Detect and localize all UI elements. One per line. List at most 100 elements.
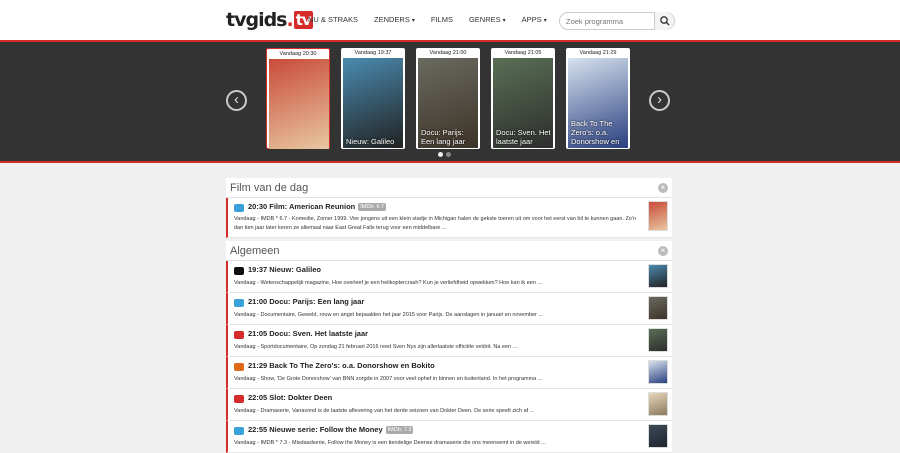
description-line: Vandaag - IMDB * 7.3 - Misdaadserie, Fol… <box>234 440 546 446</box>
featured-carousel: ‹ Vandaag 20:30 Vandaag 19:37 Nieuw: Galil… <box>0 40 900 163</box>
chevron-left-icon: ‹ <box>234 91 239 108</box>
nav-nu-straks[interactable]: NU & STRAKS <box>300 0 366 40</box>
card-time: Vandaag 21:05 <box>504 50 542 56</box>
nav-label: FILMS <box>430 15 453 24</box>
logo-dot: . <box>286 9 294 31</box>
close-icon[interactable]: × <box>658 183 668 193</box>
nav-genres[interactable]: GENRES ▾ <box>461 0 514 40</box>
program-thumbnail[interactable] <box>648 296 668 320</box>
program-title[interactable]: 21:05 Docu: Sven. Het laatste jaar <box>248 329 368 338</box>
carousel-card[interactable]: Vandaag 21:05 Docu: Sven. Het laatste jaa… <box>491 48 555 149</box>
panel-title: Film van de dag <box>230 182 309 194</box>
description-line: dan tien jaar later keren ze allemaal na… <box>234 225 447 231</box>
program-description: Vandaag - Dramaserie, Vanavond is de laa… <box>234 408 644 414</box>
program-thumbnail[interactable] <box>648 424 668 448</box>
main-nav: NU & STRAKSZENDERS▾FILMSGENRES▾APPS▾GEMI… <box>300 0 599 40</box>
program-row[interactable]: 21:00 Docu: Parijs: Een lang jaar Vandaag… <box>226 293 672 325</box>
program-thumbnail[interactable] <box>648 264 668 288</box>
nav-label: NU & STRAKS <box>308 15 359 24</box>
channel-logo-icon <box>234 267 244 275</box>
card-caption: Docu: Sven. Het laatste jaar <box>496 128 551 146</box>
channel-logo-icon <box>234 204 244 212</box>
carousel-card[interactable]: Vandaag 20:30 <box>266 48 330 149</box>
caret-down-icon: ▾ <box>543 18 547 24</box>
logo-text: tvgids <box>226 9 287 31</box>
program-description: Vandaag - Show, 'De Grote Donorshow' van… <box>234 376 644 382</box>
program-title-text: 22:55 Nieuwe serie: Follow the Money <box>248 425 383 434</box>
caret-down-icon: ▾ <box>411 18 415 24</box>
program-description: Vandaag - IMDB * 6.7 - Komedie, Zomer 19… <box>234 216 644 231</box>
program-row[interactable]: 19:37 Nieuw: Galileo Vandaag - Wetenschap… <box>226 261 672 293</box>
program-thumbnail[interactable] <box>648 360 668 384</box>
program-title-text: 20:30 Film: American Reunion <box>248 202 356 211</box>
caret-down-icon: ▾ <box>502 18 506 24</box>
carousel-card[interactable]: Vandaag 21:29 Back To The Zero's: o.a. Do… <box>566 48 630 149</box>
nav-label: GENRES <box>468 15 501 24</box>
imdb-badge: IMDb: 6.7 <box>358 203 387 211</box>
nav-label: ZENDERS <box>374 15 410 24</box>
panel-header: Film van de dag × <box>226 178 672 198</box>
description-line: Vandaag - Sportdocumentaire, Op zondag 2… <box>234 344 518 350</box>
imdb-badge: IMDb: 7.3 <box>385 426 414 434</box>
program-title[interactable]: 19:37 Nieuw: Galileo <box>248 265 321 274</box>
program-thumbnail[interactable] <box>648 201 668 231</box>
carousel-dot-1[interactable] <box>438 152 443 157</box>
description-line: Vandaag - Wetenschappelijk magazine, Hoe… <box>234 280 542 286</box>
card-time: Vandaag 20:30 <box>279 51 317 57</box>
panel-header: Algemeen × <box>226 241 672 261</box>
program-title-text: 21:29 Back To The Zero's: o.a. Donorshow… <box>248 361 435 370</box>
search-icon <box>660 16 670 26</box>
program-thumbnail[interactable] <box>648 392 668 416</box>
carousel-pagination <box>438 152 451 157</box>
search-input[interactable] <box>566 15 654 27</box>
program-title-text: 22:05 Slot: Dokter Deen <box>248 393 333 402</box>
card-caption: Back To The Zero's: o.a. Donorshow en <box>571 119 620 146</box>
carousel-next-button[interactable]: › <box>649 90 670 111</box>
carousel-dot-2[interactable] <box>446 152 451 157</box>
nav-zenders[interactable]: ZENDERS ▾ <box>366 0 423 40</box>
program-row[interactable]: 21:29 Back To The Zero's: o.a. Donorshow… <box>226 357 672 389</box>
card-time: Vandaag 19:37 <box>354 50 392 56</box>
card-thumbnail: Back To The Zero's: o.a. Donorshow en <box>568 58 628 148</box>
carousel-card[interactable]: Vandaag 21:00 Docu: Parijs: Een lang jaar <box>416 48 480 149</box>
description-line: Vandaag - Documentaire, Geweld, rouw en … <box>234 312 544 318</box>
search-button[interactable] <box>654 12 674 30</box>
channel-logo-icon <box>234 395 244 403</box>
program-thumbnail[interactable] <box>648 328 668 352</box>
card-thumbnail <box>269 59 329 149</box>
card-thumbnail: Docu: Sven. Het laatste jaar <box>493 58 553 148</box>
chevron-right-icon: › <box>657 91 662 108</box>
carousel-card[interactable]: Vandaag 19:37 Nieuw: Galileo <box>341 48 405 149</box>
top-bar: tvgids. tv NU & STRAKS ZENDERS ▾ FILMS GENRES… <box>0 0 900 40</box>
panel-title: Algemeen <box>230 245 280 257</box>
program-title[interactable]: 22:55 Nieuwe serie: Follow the Money IMDb… <box>248 425 414 434</box>
carousel-prev-button[interactable]: ‹ <box>226 90 247 111</box>
program-title[interactable]: 20:30 Film: American Reunion IMDb: 6.7 <box>248 202 387 211</box>
program-row[interactable]: 21:05 Docu: Sven. Het laatste jaar Vandaa… <box>226 325 672 357</box>
program-row[interactable]: 20:30 Film: American Reunion IMDb: 6.7 Van… <box>226 198 672 238</box>
description-line: Vandaag - Show, 'De Grote Donorshow' van… <box>234 376 543 382</box>
card-time: Vandaag 21:29 <box>579 50 617 56</box>
program-title-text: 21:05 Docu: Sven. Het laatste jaar <box>248 329 369 338</box>
film-van-de-dag-panel: Film van de dag × 20:30 Film: American R… <box>226 178 672 238</box>
program-title[interactable]: 21:29 Back To The Zero's: o.a. Donorshow… <box>248 361 435 370</box>
channel-logo-icon <box>234 299 244 307</box>
nav-films[interactable]: FILMS <box>423 0 461 40</box>
nav-apps[interactable]: APPS ▾ <box>514 0 555 40</box>
card-thumbnail: Docu: Parijs: Een lang jaar <box>418 58 478 148</box>
program-description: Vandaag - IMDB * 7.3 - Misdaadserie, Fol… <box>234 440 644 446</box>
close-icon[interactable]: × <box>658 246 668 256</box>
card-time: Vandaag 21:00 <box>429 50 467 56</box>
channel-logo-icon <box>234 331 244 339</box>
program-title[interactable]: 22:05 Slot: Dokter Deen <box>248 393 332 402</box>
program-title-text: 19:37 Nieuw: Galileo <box>248 265 321 274</box>
program-title[interactable]: 21:00 Docu: Parijs: Een lang jaar <box>248 297 364 306</box>
program-title-text: 21:00 Docu: Parijs: Een lang jaar <box>248 297 365 306</box>
program-row[interactable]: 22:55 Nieuwe serie: Follow the Money IMDb… <box>226 421 672 453</box>
program-row[interactable]: 22:05 Slot: Dokter Deen Vandaag - Dramase… <box>226 389 672 421</box>
program-description: Vandaag - Sportdocumentaire, Op zondag 2… <box>234 344 644 350</box>
channel-logo-icon <box>234 363 244 371</box>
description-line: Vandaag - IMDB * 6.7 - Komedie, Zomer 19… <box>234 216 636 222</box>
search-box <box>559 12 675 30</box>
program-description: Vandaag - Documentaire, Geweld, rouw en … <box>234 312 644 318</box>
